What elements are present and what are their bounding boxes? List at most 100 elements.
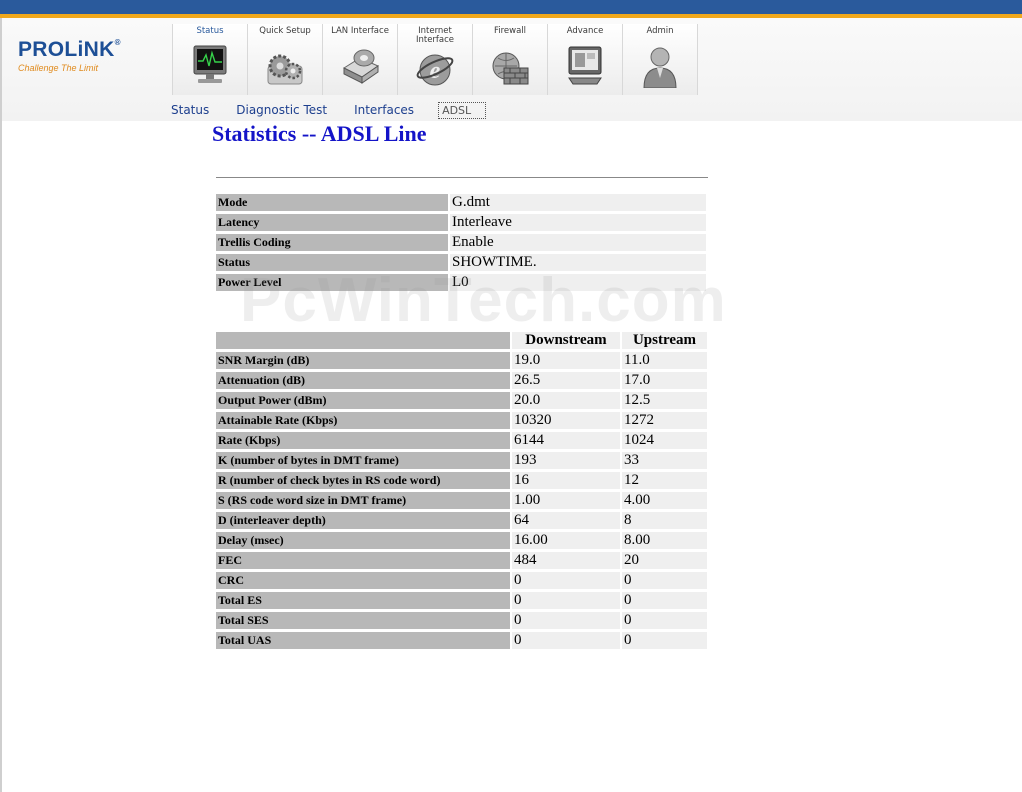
sub-navigation: Status Diagnostic Test Interfaces ADSL <box>168 100 507 120</box>
tab-lan-interface[interactable]: LAN Interface <box>322 24 397 95</box>
row-value: G.dmt <box>450 194 706 211</box>
row-label: S (RS code word size in DMT frame) <box>216 492 510 509</box>
tab-quick-setup[interactable]: Quick Setup <box>247 24 322 95</box>
downstream-value: 0 <box>512 572 620 589</box>
downstream-value: 26.5 <box>512 372 620 389</box>
internet-explorer-icon: e <box>416 54 454 86</box>
tab-label: LAN Interface <box>331 26 389 36</box>
table-row: K (number of bytes in DMT frame) 193 33 <box>216 452 707 469</box>
row-label: Delay (msec) <box>216 532 510 549</box>
row-label: CRC <box>216 572 510 589</box>
table-row: D (interleaver depth) 64 8 <box>216 512 707 529</box>
tab-internet-interface[interactable]: Internet Interface e <box>397 24 472 95</box>
brand-slogan: Challenge The Limit <box>18 63 99 73</box>
header-blank <box>216 332 510 349</box>
downstream-value: 16.00 <box>512 532 620 549</box>
tab-firewall[interactable]: Firewall <box>472 24 547 95</box>
table-row: Mode G.dmt <box>216 194 706 211</box>
downstream-value: 0 <box>512 612 620 629</box>
title-divider <box>216 177 708 178</box>
downstream-value: 1.00 <box>512 492 620 509</box>
row-label: R (number of check bytes in RS code word… <box>216 472 510 489</box>
adsl-stats-table: Downstream Upstream SNR Margin (dB) 19.0 1… <box>214 329 709 652</box>
row-label: Status <box>216 254 448 271</box>
row-label: Total UAS <box>216 632 510 649</box>
tab-label: Quick Setup <box>259 26 311 36</box>
table-row: FEC 484 20 <box>216 552 707 569</box>
tab-label: Advance <box>566 26 604 36</box>
row-value: L0 <box>450 274 706 291</box>
downstream-value: 20.0 <box>512 392 620 409</box>
subnav-adsl[interactable]: ADSL <box>438 101 487 119</box>
tab-label: Admin <box>646 26 674 36</box>
tab-admin[interactable]: Admin <box>622 24 698 95</box>
brand-registered-mark: ® <box>114 38 121 47</box>
tab-advance[interactable]: Advance <box>547 24 622 95</box>
tab-status[interactable]: Status <box>172 24 247 95</box>
downstream-value: 64 <box>512 512 620 529</box>
firewall-globe-icon <box>492 52 529 85</box>
upstream-value: 11.0 <box>622 352 707 369</box>
row-label: K (number of bytes in DMT frame) <box>216 452 510 469</box>
gears-icon <box>267 54 303 85</box>
downstream-value: 193 <box>512 452 620 469</box>
subnav-interfaces[interactable]: Interfaces <box>351 102 417 118</box>
row-label: Trellis Coding <box>216 234 448 251</box>
row-label: Total SES <box>216 612 510 629</box>
header-downstream: Downstream <box>512 332 620 349</box>
upstream-value: 20 <box>622 552 707 569</box>
upstream-value: 1024 <box>622 432 707 449</box>
table-row: S (RS code word size in DMT frame) 1.00 4.… <box>216 492 707 509</box>
row-label: Output Power (dBm) <box>216 392 510 409</box>
row-label: Rate (Kbps) <box>216 432 510 449</box>
upstream-value: 33 <box>622 452 707 469</box>
upstream-value: 0 <box>622 632 707 649</box>
upstream-value: 12 <box>622 472 707 489</box>
table-row: Latency Interleave <box>216 214 706 231</box>
upstream-value: 1272 <box>622 412 707 429</box>
subnav-diagnostic-test[interactable]: Diagnostic Test <box>233 102 330 118</box>
table-header-row: Downstream Upstream <box>216 332 707 349</box>
table-row: Total SES 0 0 <box>216 612 707 629</box>
row-label: SNR Margin (dB) <box>216 352 510 369</box>
lan-drive-icon <box>342 49 380 84</box>
upstream-value: 8.00 <box>622 532 707 549</box>
upstream-value: 17.0 <box>622 372 707 389</box>
upstream-value: 8 <box>622 512 707 529</box>
row-label: Attenuation (dB) <box>216 372 510 389</box>
table-row: SNR Margin (dB) 19.0 11.0 <box>216 352 707 369</box>
row-label: FEC <box>216 552 510 569</box>
tab-label: Firewall <box>493 26 527 36</box>
table-row: Rate (Kbps) 6144 1024 <box>216 432 707 449</box>
tab-label: Status <box>196 26 224 36</box>
downstream-value: 0 <box>512 632 620 649</box>
table-row: Power Level L0 <box>216 274 706 291</box>
stats-rows: SNR Margin (dB) 19.0 11.0 Attenuation (dB) 2… <box>216 352 707 649</box>
upstream-value: 0 <box>622 572 707 589</box>
table-row: R (number of check bytes in RS code word… <box>216 472 707 489</box>
row-label: Power Level <box>216 274 448 291</box>
monitor-icon <box>193 45 227 83</box>
row-label: Mode <box>216 194 448 211</box>
table-row: Output Power (dBm) 20.0 12.5 <box>216 392 707 409</box>
main-tabs: Status Quick Setup LAN Interface Interne… <box>172 24 698 95</box>
row-value: SHOWTIME. <box>450 254 706 271</box>
table-row: Attainable Rate (Kbps) 10320 1272 <box>216 412 707 429</box>
table-row: Attenuation (dB) 26.5 17.0 <box>216 372 707 389</box>
brand-logo: PROLiNK® Challenge The Limit <box>18 38 121 73</box>
upstream-value: 4.00 <box>622 492 707 509</box>
row-value: Enable <box>450 234 706 251</box>
upstream-value: 12.5 <box>622 392 707 409</box>
brand-name: PROLiNK <box>18 38 115 61</box>
admin-user-icon <box>643 47 677 88</box>
header-upstream: Upstream <box>622 332 707 349</box>
row-label: D (interleaver depth) <box>216 512 510 529</box>
table-row: Delay (msec) 16.00 8.00 <box>216 532 707 549</box>
downstream-value: 6144 <box>512 432 620 449</box>
subnav-status[interactable]: Status <box>168 102 212 118</box>
upstream-value: 0 <box>622 592 707 609</box>
upstream-value: 0 <box>622 612 707 629</box>
table-row: CRC 0 0 <box>216 572 707 589</box>
row-label: Attainable Rate (Kbps) <box>216 412 510 429</box>
downstream-value: 19.0 <box>512 352 620 369</box>
